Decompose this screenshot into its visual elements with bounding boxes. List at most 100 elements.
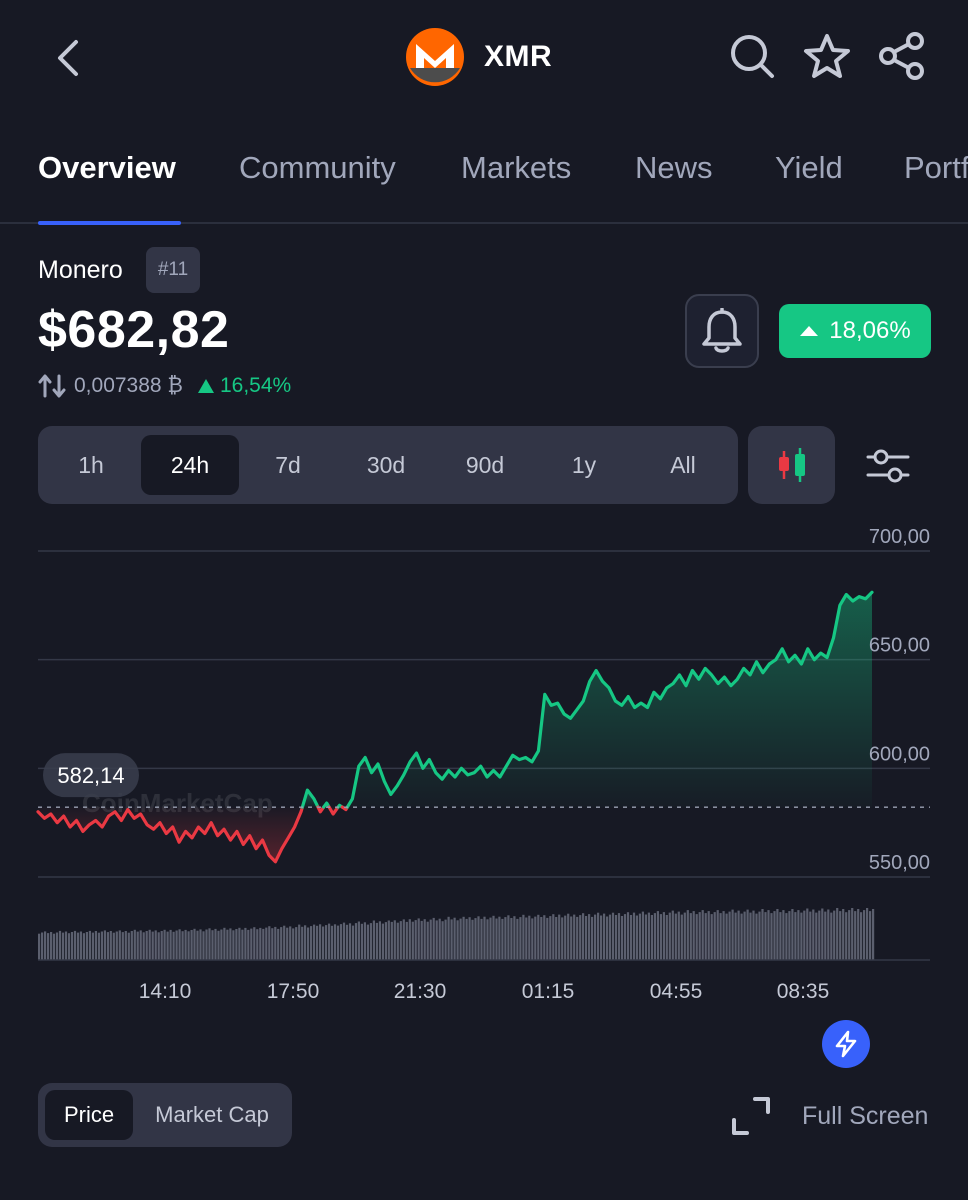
range-7d[interactable]: 7d [239, 435, 337, 495]
volume-bar [767, 910, 770, 960]
search-icon [731, 35, 774, 78]
volume-bar [76, 932, 80, 960]
volume-bar [713, 912, 716, 960]
volume-bar [73, 930, 77, 960]
volume-bar [438, 918, 441, 960]
star-icon [804, 34, 850, 78]
x-axis-labels: 14:10 17:50 21:30 01:15 04:55 08:35 [139, 980, 830, 1003]
chart-settings-button[interactable] [860, 440, 916, 492]
volume-bar [728, 911, 731, 960]
chart-type-button[interactable] [748, 426, 835, 504]
volume-bar [345, 924, 349, 960]
range-1y[interactable]: 1y [535, 435, 633, 495]
price-change-badge[interactable]: 18,06% [779, 304, 931, 358]
volume-bar [238, 927, 241, 960]
volume-bar [91, 932, 94, 960]
volume-bar [127, 932, 130, 960]
range-all[interactable]: All [634, 435, 732, 495]
range-30d[interactable]: 30d [337, 435, 435, 495]
volume-bar [85, 932, 88, 960]
volume-bar [632, 912, 636, 960]
tab-markets[interactable]: Markets [461, 150, 571, 186]
share-button[interactable] [876, 30, 928, 82]
volume-bar [70, 932, 74, 960]
volume-bar [411, 921, 414, 960]
volume-bar [339, 924, 343, 960]
volume-bar [223, 927, 226, 960]
volume-bar [579, 915, 582, 960]
x-tick-label: 17:50 [267, 980, 320, 1003]
toggle-price[interactable]: Price [45, 1090, 133, 1140]
volume-bar [758, 911, 761, 960]
tab-overview[interactable]: Overview [38, 150, 176, 186]
range-90d[interactable]: 90d [436, 435, 534, 495]
volume-bar [369, 923, 372, 960]
volume-bar [190, 930, 193, 960]
volume-bar [196, 930, 199, 960]
volume-bar [396, 922, 399, 960]
volume-bar [776, 909, 779, 960]
range-1h[interactable]: 1h [42, 435, 140, 495]
volume-bar [295, 927, 298, 960]
volume-bar [41, 932, 44, 960]
toggle-market-cap[interactable]: Market Cap [139, 1090, 285, 1140]
volume-bar [794, 912, 797, 960]
volume-bar [812, 909, 815, 960]
tab-community[interactable]: Community [239, 150, 396, 186]
volume-bar [866, 908, 869, 960]
volume-bar [145, 931, 148, 960]
volume-bar [88, 930, 91, 960]
volume-bar [647, 912, 650, 960]
volume-bar [94, 931, 97, 960]
volume-bar [265, 927, 268, 960]
volume-bar [558, 914, 561, 960]
back-button[interactable] [44, 34, 92, 82]
volume-bar [659, 914, 662, 960]
volume-bar [839, 911, 842, 960]
tab-portfolio[interactable]: Portf [904, 150, 968, 186]
volume-bar [64, 931, 68, 960]
volume-bar [818, 910, 821, 960]
share-icon [879, 32, 924, 80]
x-tick-label: 21:30 [394, 980, 447, 1003]
volume-bar [384, 922, 387, 960]
volume-bar [528, 915, 531, 960]
volume-bar [860, 912, 863, 960]
tab-news[interactable]: News [635, 150, 713, 186]
lightning-button[interactable] [822, 1020, 870, 1068]
range-24h[interactable]: 24h [141, 435, 239, 495]
volume-bar [600, 915, 603, 960]
area-below-open [38, 807, 303, 862]
volume-bar [614, 915, 618, 960]
volume-bar [863, 910, 866, 960]
volume-bar [55, 932, 59, 960]
area-above-open [347, 592, 872, 808]
search-button[interactable] [726, 30, 778, 82]
volume-bar [50, 932, 53, 960]
volume-bar [387, 920, 390, 960]
volume-bar [665, 915, 668, 960]
volume-bar [301, 926, 304, 960]
price-chart[interactable]: CoinMarketCap 582,14 700,00650,00600,005… [0, 520, 968, 1020]
volume-bar [366, 924, 369, 960]
volume-bar [417, 918, 420, 960]
volume-bar [372, 920, 375, 960]
tab-yield[interactable]: Yield [775, 150, 843, 186]
volume-bar [241, 929, 244, 960]
volume-bar [103, 930, 106, 960]
volume-bar [746, 909, 749, 960]
volume-bar [513, 916, 516, 960]
volume-bar [61, 932, 65, 960]
volume-bar [552, 914, 555, 960]
volume-bar [486, 919, 489, 960]
price-alert-button[interactable] [685, 294, 759, 368]
volume-bar [830, 912, 833, 960]
full-screen-button[interactable]: Full Screen [730, 1092, 928, 1140]
watchlist-button[interactable] [801, 30, 853, 82]
volume-bar [662, 912, 665, 960]
volume-bar [845, 912, 848, 960]
volume-bar [316, 925, 319, 960]
volume-bar [833, 910, 836, 960]
volume-bar [608, 914, 612, 960]
volume-bar [555, 917, 558, 960]
